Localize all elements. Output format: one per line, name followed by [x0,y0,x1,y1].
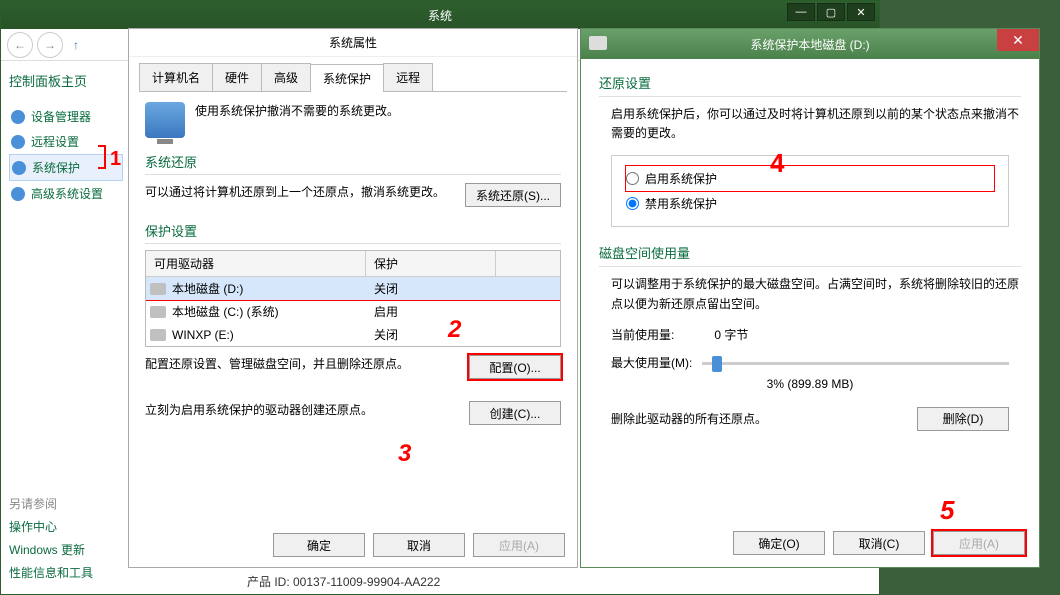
settings-section: 保护设置 [145,221,561,244]
disk-icon [589,36,607,50]
monitor-icon [145,102,185,138]
drive-row-d[interactable]: 本地磁盘 (D:) 关闭 [146,277,560,300]
see-also: 另请参阅 操作中心 Windows 更新 性能信息和工具 [9,492,93,584]
sidebar: 控制面板主页 设备管理器 远程设置 系统保护 高级系统设置 另请参阅 操作中心 … [1,61,131,594]
drive-table: 可用驱动器 保护 本地磁盘 (D:) 关闭 本地磁盘 (C:) (系统) 启用 … [145,250,561,347]
close-button[interactable]: ✕ [997,29,1039,51]
col-prot: 保护 [366,251,496,276]
ok-button[interactable]: 确定 [273,533,365,557]
tab-hardware[interactable]: 硬件 [212,63,262,91]
tab-protection[interactable]: 系统保护 [310,64,384,92]
minimize-button[interactable]: — [787,3,815,21]
cancel-button[interactable]: 取消 [373,533,465,557]
restore-text: 启用系统保护后，你可以通过及时将计算机还原到以前的某个状态点来撤消不需要的更改。 [611,105,1021,143]
delete-text: 删除此驱动器的所有还原点。 [611,410,905,427]
ok-button[interactable]: 确定(O) [733,531,825,555]
drive-row-c[interactable]: 本地磁盘 (C:) (系统) 启用 [146,300,560,323]
sidebar-heading: 控制面板主页 [9,71,123,90]
disk-icon [150,329,166,341]
up-icon[interactable]: ↑ [73,38,79,52]
max-usage-slider[interactable] [702,353,1009,373]
system-titlebar: 系统 — ▢ ✕ [1,1,879,29]
annotation-1: 1 [110,148,121,171]
system-properties-dialog: 系统属性 计算机名 硬件 高级 系统保护 远程 使用系统保护撤消不需要的系统更改… [128,28,578,568]
drive-row-e[interactable]: WINXP (E:) 关闭 [146,323,560,346]
radio-enable-input[interactable] [626,172,639,185]
disk-icon [150,306,166,318]
see-also-perf[interactable]: 性能信息和工具 [9,561,93,584]
slider-thumb[interactable] [712,356,722,372]
prot-titlebar: 系统保护本地磁盘 (D:) ✕ [581,29,1039,59]
tabs: 计算机名 硬件 高级 系统保护 远程 [139,63,567,92]
create-button[interactable]: 创建(C)... [469,401,561,425]
disk-section: 磁盘空间使用量 [599,243,1021,267]
tab-computer-name[interactable]: 计算机名 [139,63,213,91]
radio-disable-input[interactable] [626,197,639,210]
drive-rows[interactable]: 本地磁盘 (D:) 关闭 本地磁盘 (C:) (系统) 启用 WINXP (E:… [146,277,560,346]
forward-button[interactable]: → [37,32,63,58]
radio-group: 启用系统保护 禁用系统保护 [611,155,1009,227]
shield-icon [11,187,25,201]
shield-icon [12,161,26,175]
annotation-1-bracket [98,145,106,169]
restore-text: 可以通过将计算机还原到上一个还原点，撤消系统更改。 [145,183,453,200]
tab-remote[interactable]: 远程 [383,63,433,91]
disk-text: 可以调整用于系统保护的最大磁盘空间。占满空间时，系统将删除较旧的还原点以便为新还… [611,275,1021,313]
cancel-button[interactable]: 取消(C) [833,531,925,555]
maximize-button[interactable]: ▢ [817,3,845,21]
annotation-3: 3 [398,440,411,468]
annotation-4: 4 [770,148,784,179]
annotation-2: 2 [448,316,461,344]
restore-section: 系统还原 [145,152,561,175]
back-button[interactable]: ← [7,32,33,58]
props-title: 系统属性 [129,29,577,57]
intro-text: 使用系统保护撤消不需要的系统更改。 [195,102,399,138]
shield-icon [11,135,25,149]
close-button[interactable]: ✕ [847,3,875,21]
shield-icon [11,110,25,124]
product-id: 产品 ID: 00137-11009-99904-AA222 [247,573,440,590]
max-label: 最大使用量(M): [611,354,692,371]
protection-dialog: 系统保护本地磁盘 (D:) ✕ 还原设置 启用系统保护后，你可以通过及时将计算机… [580,28,1040,568]
see-also-heading: 另请参阅 [9,492,93,515]
annotation-5: 5 [940,495,954,526]
system-restore-button[interactable]: 系统还原(S)... [465,183,561,207]
apply-button[interactable]: 应用(A) [933,531,1025,555]
see-also-update[interactable]: Windows 更新 [9,538,93,561]
restore-section: 还原设置 [599,73,1021,97]
config-text: 配置还原设置、管理磁盘空间，并且删除还原点。 [145,355,457,372]
configure-button[interactable]: 配置(O)... [469,355,561,379]
tab-advanced[interactable]: 高级 [261,63,311,91]
sidebar-device-manager[interactable]: 设备管理器 [9,104,123,129]
radio-disable[interactable]: 禁用系统保护 [626,191,994,216]
prot-title: 系统保护本地磁盘 (D:) [750,36,869,53]
current-label: 当前使用量: [611,326,674,343]
apply-button: 应用(A) [473,533,565,557]
slider-value: 3% (899.89 MB) [599,377,1021,391]
system-title: 系统 [428,7,452,24]
sidebar-advanced[interactable]: 高级系统设置 [9,181,123,206]
current-value: 0 字节 [714,326,748,343]
see-also-action-center[interactable]: 操作中心 [9,515,93,538]
create-text: 立刻为启用系统保护的驱动器创建还原点。 [145,401,457,418]
radio-enable[interactable]: 启用系统保护 [626,166,994,191]
col-drive: 可用驱动器 [146,251,366,276]
delete-button[interactable]: 删除(D) [917,407,1009,431]
disk-icon [150,283,166,295]
